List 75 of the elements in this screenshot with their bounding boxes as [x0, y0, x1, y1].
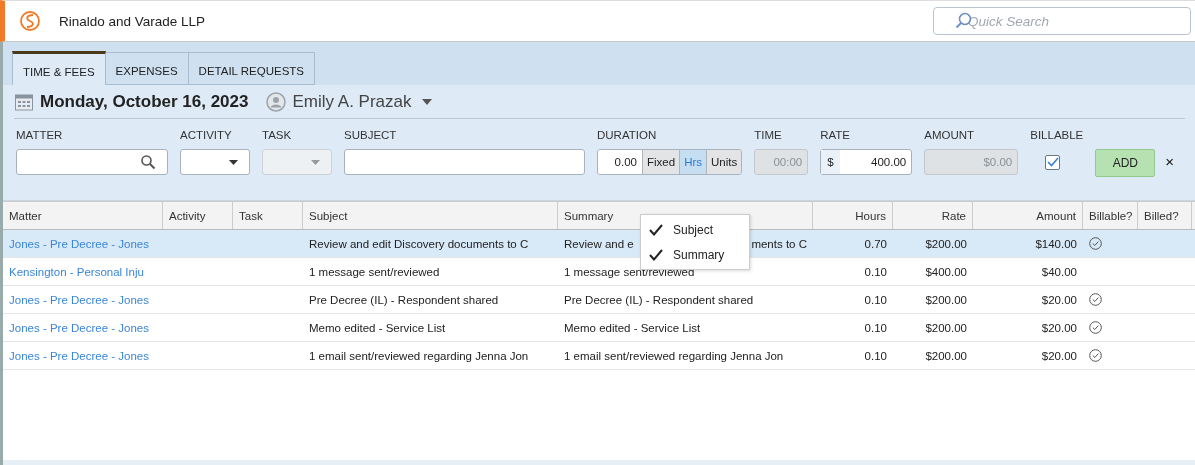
matter-link[interactable]: Jones - Pre Decree - Jones: [9, 349, 149, 362]
table-cell: Review and edit Discovery documents to C: [309, 237, 529, 250]
field-label: MATTER: [16, 129, 64, 143]
calendar-icon[interactable]: [14, 91, 34, 112]
field-label: SUBJECT: [344, 129, 398, 143]
table-cell: $20.00: [1041, 293, 1077, 306]
tab[interactable]: EXPENSES: [105, 52, 189, 85]
caret-icon[interactable]: [421, 98, 432, 105]
table-cell: 0.10: [864, 349, 887, 362]
table-cell: $400.00: [925, 265, 967, 278]
table-cell: $200.00: [925, 321, 967, 334]
logo-icon: [19, 10, 41, 32]
field-label: DURATION: [597, 129, 658, 143]
dropdown[interactable]: [180, 149, 250, 175]
checkmark-icon: [649, 248, 663, 261]
table-cell: Pre Decree (IL) - Respondent shared: [564, 293, 754, 306]
field-label: BILLABLE: [1030, 129, 1084, 143]
user-avatar-icon: [266, 91, 287, 112]
currency-prefix: $: [821, 150, 840, 174]
field-label: TIME: [754, 129, 783, 143]
column-header[interactable]: Hours: [813, 202, 893, 229]
table-cell: ments to C: [751, 237, 807, 250]
field-label: TASK: [262, 129, 293, 143]
table-cell: 1 message sent/reviewed: [564, 265, 695, 278]
readonly-field: 00:00: [754, 149, 809, 175]
rate-value: 400.00: [871, 156, 907, 168]
field-label: AMOUNT: [924, 129, 976, 143]
user-name[interactable]: Emily A. Prazak: [292, 91, 412, 112]
column-header[interactable]: Amount: [973, 202, 1083, 229]
table-cell: 1 email sent/reviewed regarding Jenna Jon: [564, 349, 784, 362]
column-header[interactable]: Subject: [303, 202, 558, 229]
column-header[interactable]: Activity: [163, 202, 233, 229]
matter-link[interactable]: Jones - Pre Decree - Jones: [9, 293, 149, 306]
subject-field[interactable]: [344, 149, 585, 175]
table-cell: $20.00: [1041, 321, 1077, 334]
checkmark-icon: [649, 223, 663, 236]
field-label: RATE: [820, 129, 852, 143]
table-cell: $40.00: [1041, 265, 1077, 278]
firm-name: Rinaldo and Varade LLP: [59, 13, 206, 29]
table-cell: Review and e: [564, 237, 634, 250]
matter-link[interactable]: Kensington - Personal Inju: [9, 265, 144, 278]
add-button[interactable]: ADD: [1095, 149, 1156, 177]
matter-link[interactable]: Jones - Pre Decree - Jones: [9, 321, 149, 334]
table-cell: $200.00: [925, 293, 967, 306]
table-cell: $140.00: [1035, 237, 1077, 250]
table-cell: $20.00: [1041, 349, 1077, 362]
field-label: ACTIVITY: [180, 129, 233, 143]
table-cell: 0.10: [864, 293, 887, 306]
matter-field[interactable]: [16, 149, 168, 175]
close-icon[interactable]: ×: [1165, 153, 1175, 170]
table-cell: $200.00: [925, 349, 967, 362]
column-header[interactable]: Task: [233, 202, 303, 229]
quick-search-field[interactable]: Quick Search: [933, 7, 1191, 35]
billable-checkbox[interactable]: [1045, 154, 1061, 170]
column-header[interactable]: Billable?: [1083, 202, 1138, 229]
caret-icon: [311, 159, 320, 165]
column-header[interactable]: Matter: [3, 202, 163, 229]
table-cell: 1 email sent/reviewed regarding Jenna Jon: [309, 349, 529, 362]
table-cell: 0.70: [864, 237, 887, 250]
tab[interactable]: TIME & FEES: [12, 51, 106, 85]
search-icon: [140, 154, 156, 170]
caret-icon: [229, 159, 238, 165]
readonly-field: $0.00: [924, 149, 1019, 175]
table-cell: Memo edited - Service List: [309, 321, 446, 334]
rate-field[interactable]: $ 400.00: [820, 149, 913, 175]
table-cell: Pre Decree (IL) - Respondent shared: [309, 293, 499, 306]
table-cell: 0.10: [864, 265, 887, 278]
column-header[interactable]: Billed?: [1138, 202, 1192, 229]
table-cell: $200.00: [925, 237, 967, 250]
entry-date: Monday, October 16, 2023: [40, 91, 249, 112]
table-cell: 1 message sent/reviewed: [309, 265, 440, 278]
table-cell: Memo edited - Service List: [564, 321, 701, 334]
tab[interactable]: DETAIL REQUESTS: [188, 52, 315, 85]
column-header[interactable]: Rate: [893, 202, 973, 229]
table-cell: 0.10: [864, 321, 887, 334]
